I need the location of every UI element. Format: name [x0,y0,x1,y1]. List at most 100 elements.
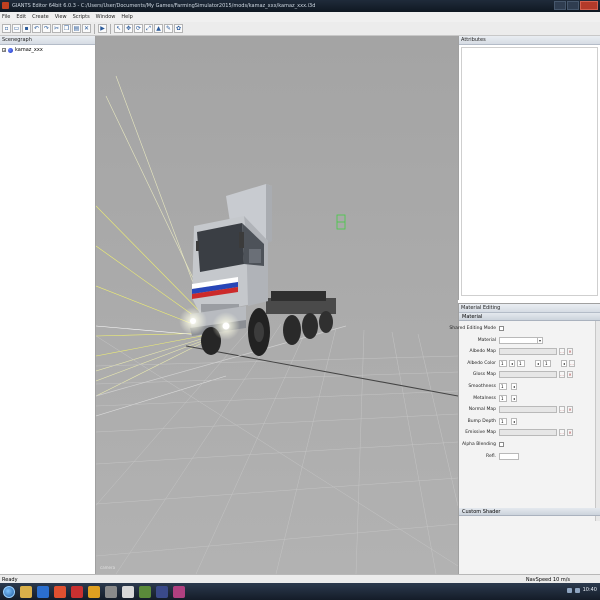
rotate-icon[interactable]: ⟳ [134,24,143,33]
albedo-g-input[interactable]: 1 [517,359,525,367]
attributes-header: Attributes [459,36,600,45]
toolbar: ▫ ▭ ▪ ↶ ↷ ✂ ❐ ▤ ✕ ▶ ↖ ✥ ⟳ ⤢ ▲ ✎ ✿ [0,22,600,36]
normal-map-field[interactable] [499,406,557,414]
delete-icon[interactable]: ✕ [82,24,91,33]
metalness-input[interactable]: 1 [499,394,507,402]
custom-shader-header[interactable]: Custom Shader [459,508,600,516]
refl-input[interactable] [499,452,519,460]
material-row: Shared Editing Mode [449,323,600,335]
app-icon-gray[interactable] [105,585,117,598]
menu-help[interactable]: Help [121,14,132,20]
app-icon-orange[interactable] [88,585,100,598]
tree-node-label: kamaz_xxx [15,47,43,53]
row-label: Refl. [486,453,496,459]
3d-viewport[interactable]: camera [96,36,458,574]
row-label: Metalness [473,395,496,401]
attributes-body [461,47,598,296]
toolbar-separator [110,23,111,34]
menu-scripts[interactable]: Scripts [73,14,90,20]
alpha-blending-checkbox[interactable] [499,441,504,447]
material-row: Refl. [459,451,600,463]
menu-file[interactable]: File [2,14,10,20]
clear-button[interactable]: ✕ [567,371,573,379]
terrain-icon[interactable]: ▲ [154,24,163,33]
material-row: Emissive Map … ✕ [459,427,600,439]
move-icon[interactable]: ✥ [124,24,133,33]
material-row: Alpha Blending [459,439,600,451]
app-icon-purple[interactable] [173,585,185,598]
browse-button[interactable]: … [559,371,565,379]
gloss-map-field[interactable] [499,371,557,379]
system-tray: 10:40 [566,587,597,593]
browse-button[interactable]: … [559,429,565,437]
material-rows: Shared Editing Mode Material ▾ Albedo Ma… [449,321,600,463]
row-label: Gloss Map [472,372,496,378]
paint-icon[interactable]: ✎ [164,24,173,33]
expand-icon[interactable]: + [2,48,6,52]
select-icon[interactable]: ↖ [114,24,123,33]
paste-icon[interactable]: ▤ [72,24,81,33]
menu-create[interactable]: Create [32,14,49,20]
material-editing-header: Material Editing [459,304,600,313]
smoothness-input[interactable]: 1 [499,382,507,390]
slider-arrow-icon[interactable]: ◂ [509,359,515,367]
row-label: Alpha Blending [462,441,496,447]
scale-icon[interactable]: ⤢ [144,24,153,33]
explorer-icon[interactable] [20,585,32,598]
chevron-down-icon[interactable]: ▾ [537,336,543,344]
volume-icon[interactable] [574,587,580,593]
clear-button[interactable]: ✕ [567,406,573,414]
app-icon-white[interactable] [122,585,134,598]
new-icon[interactable]: ▫ [2,24,11,33]
slider-arrow-icon[interactable]: ◂ [511,382,517,390]
emissive-map-field[interactable] [499,429,557,437]
transform-node-icon [8,47,13,53]
undo-icon[interactable]: ↶ [32,24,41,33]
redo-icon[interactable]: ↷ [42,24,51,33]
clock[interactable]: 10:40 [583,587,597,593]
browse-button[interactable]: … [559,406,565,414]
tree-node[interactable]: + kamaz_xxx [0,45,95,55]
play-icon[interactable]: ▶ [98,24,107,33]
open-icon[interactable]: ▭ [12,24,21,33]
slider-arrow-icon[interactable]: ◂ [511,394,517,402]
foliage-icon[interactable]: ✿ [174,24,183,33]
row-label: Albedo Color [467,360,496,366]
material-row: Bump Depth 1 ◂ [459,416,600,428]
material-editing-panel: Material Editing Material Shared Editing… [449,303,600,574]
slider-arrow-icon[interactable]: ◂ [561,359,567,367]
cut-icon[interactable]: ✂ [52,24,61,33]
albedo-b-input[interactable]: 1 [543,359,551,367]
menu-edit[interactable]: Edit [16,14,26,20]
save-icon[interactable]: ▪ [22,24,31,33]
browser-icon[interactable] [54,585,66,598]
slider-arrow-icon[interactable]: ◂ [511,417,517,425]
bump-depth-input[interactable]: 1 [499,417,507,425]
media-player-icon[interactable] [37,585,49,598]
material-row: Albedo Map … ✕ [459,346,600,358]
menu-view[interactable]: View [55,14,67,20]
minimize-button[interactable] [554,1,566,10]
slider-arrow-icon[interactable]: ◂ [535,359,541,367]
albedo-map-field[interactable] [499,348,557,356]
app-icon-green[interactable] [139,585,151,598]
shared-editing-checkbox[interactable] [499,326,504,331]
app-icon-red[interactable] [71,585,83,598]
close-button[interactable] [580,1,598,10]
menu-window[interactable]: Window [96,14,116,20]
material-section-header[interactable]: Material [459,313,600,321]
app-icon-blue[interactable] [156,585,168,598]
viewport-scene [96,36,458,574]
material-row: Normal Map … ✕ [459,404,600,416]
copy-icon[interactable]: ❐ [62,24,71,33]
clear-button[interactable]: ✕ [567,348,573,356]
row-label: Shared Editing Mode [449,326,496,331]
color-picker-button[interactable]: … [569,359,575,367]
title-bar: GIANTS Editor 64bit 6.0.3 - C:/Users/Use… [0,0,600,12]
browse-button[interactable]: … [559,348,565,356]
albedo-r-input[interactable]: 1 [499,359,507,367]
clear-button[interactable]: ✕ [567,429,573,437]
network-icon[interactable] [566,587,572,593]
start-button[interactable] [3,585,15,598]
maximize-button[interactable] [567,1,579,10]
